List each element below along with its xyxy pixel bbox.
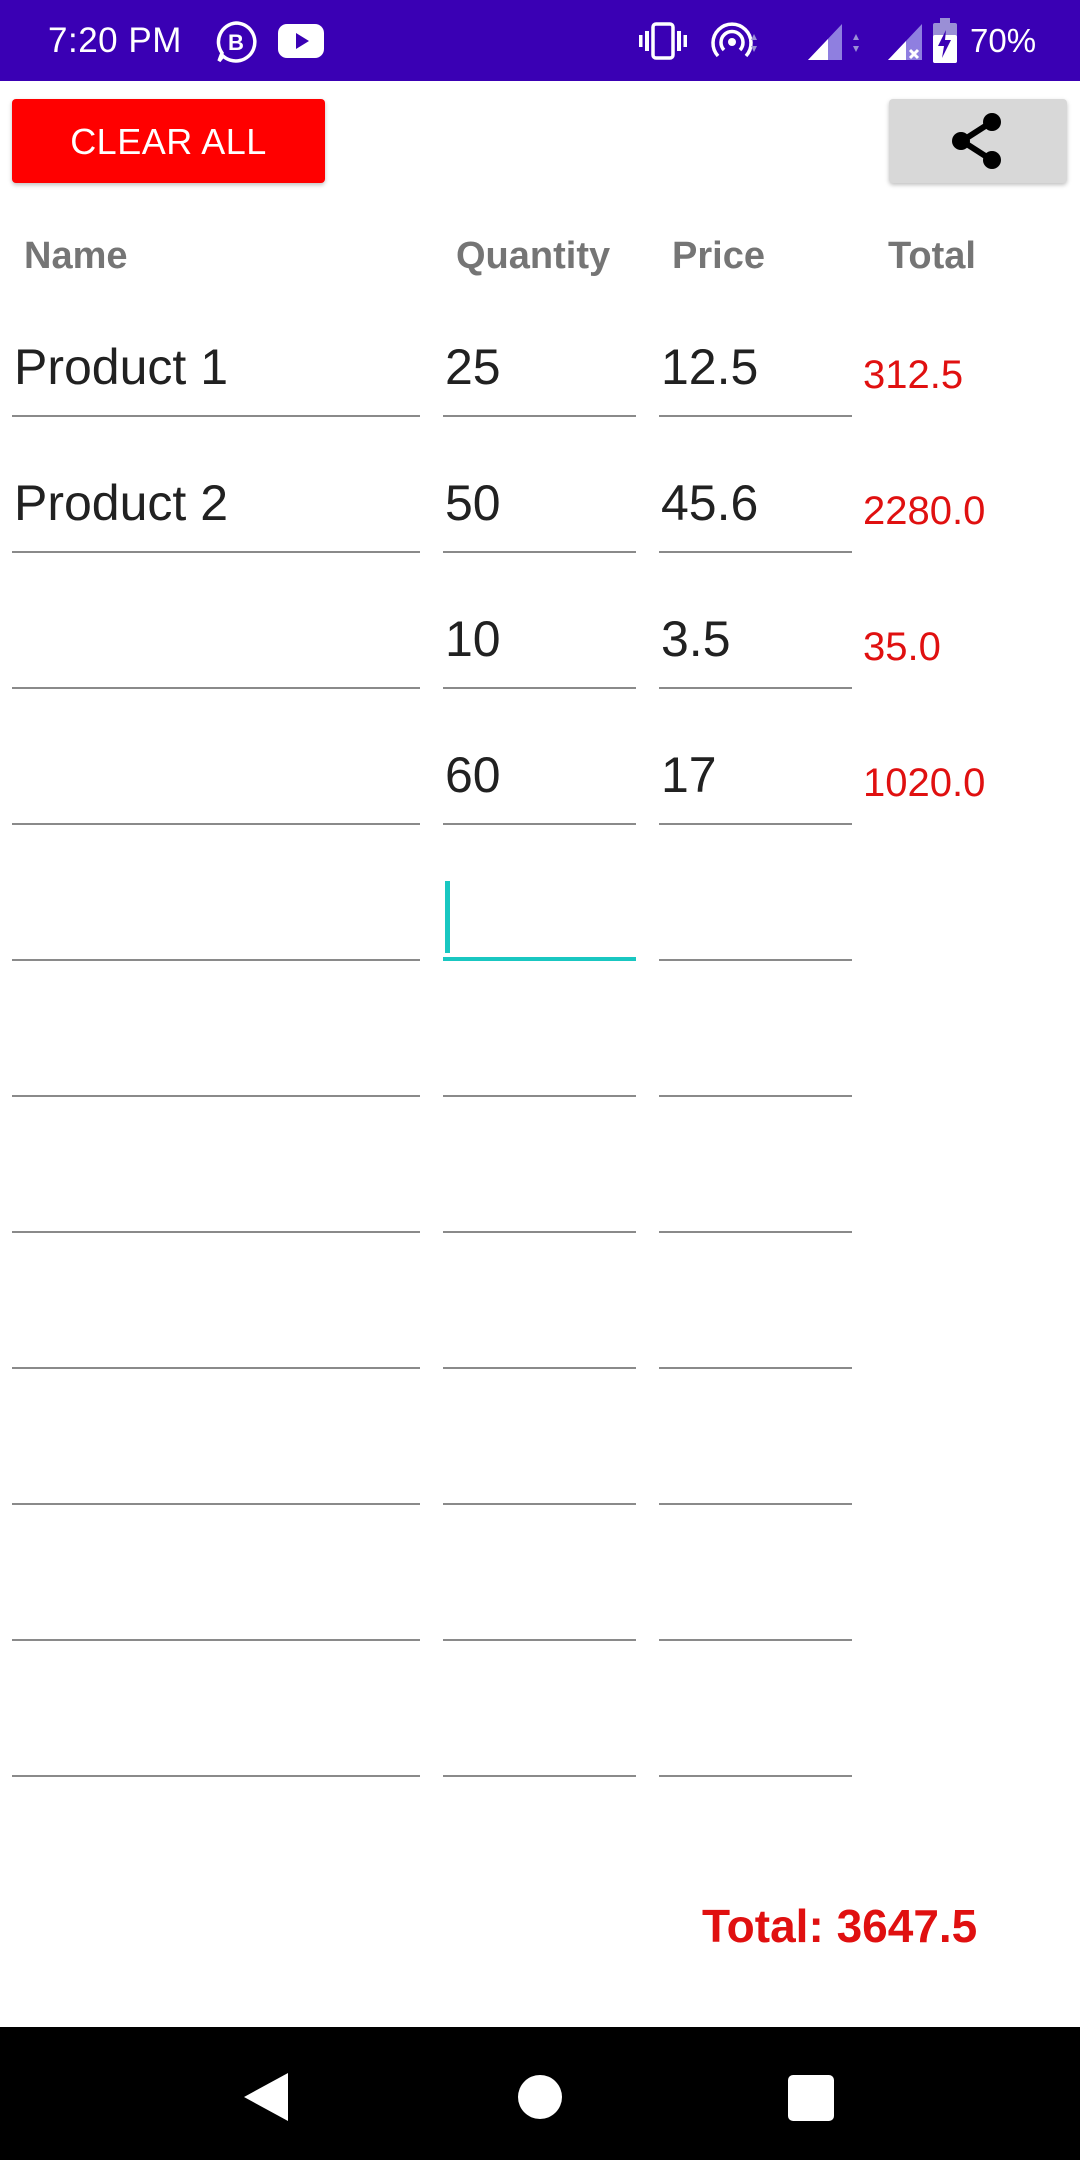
- svg-text:B: B: [228, 30, 244, 55]
- name-input[interactable]: [12, 997, 420, 1097]
- status-time: 7:20 PM: [48, 21, 182, 60]
- home-icon[interactable]: [500, 2057, 580, 2137]
- quantity-input[interactable]: 60: [443, 725, 636, 825]
- table-row: Product 2 50 45.6 2280.0: [0, 453, 1080, 589]
- name-input[interactable]: [12, 1269, 420, 1369]
- row-total: 312.5: [863, 353, 964, 397]
- navigation-bar: [0, 2027, 1080, 2160]
- battery-charging-icon: [933, 18, 957, 63]
- name-input[interactable]: [12, 861, 420, 961]
- header-price: Price: [672, 235, 765, 277]
- price-input[interactable]: [659, 1541, 852, 1641]
- table-row: 10 3.5 35.0: [0, 589, 1080, 725]
- back-icon[interactable]: [226, 2057, 306, 2137]
- quantity-input[interactable]: [443, 1541, 636, 1641]
- price-input[interactable]: 17: [659, 725, 852, 825]
- vibrate-icon: [639, 22, 687, 60]
- price-input[interactable]: [659, 1269, 852, 1369]
- price-input[interactable]: [659, 1405, 852, 1505]
- price-input[interactable]: [659, 997, 852, 1097]
- hotspot-icon: [711, 22, 757, 58]
- recents-icon[interactable]: [770, 2057, 850, 2137]
- price-input[interactable]: [659, 1133, 852, 1233]
- status-bar: 7:20 PM B 70%: [0, 0, 1080, 81]
- quantity-input[interactable]: [443, 1269, 636, 1369]
- price-input[interactable]: 12.5: [659, 317, 852, 417]
- header-quantity: Quantity: [456, 235, 611, 277]
- table-row: [0, 997, 1080, 1133]
- name-input[interactable]: [12, 589, 420, 689]
- quantity-input[interactable]: [443, 1677, 636, 1777]
- price-input[interactable]: [659, 1677, 852, 1777]
- name-input[interactable]: [12, 1133, 420, 1233]
- share-icon: [952, 113, 1001, 169]
- table-row: [0, 861, 1080, 997]
- name-input[interactable]: [12, 1541, 420, 1641]
- header-total: Total: [888, 235, 976, 277]
- price-input[interactable]: 45.6: [659, 453, 852, 553]
- table-row: Product 1 25 12.5 312.5: [0, 317, 1080, 453]
- name-input[interactable]: [12, 1405, 420, 1505]
- quantity-input[interactable]: 50: [443, 453, 636, 553]
- table-row: [0, 1541, 1080, 1677]
- table-row: [0, 1133, 1080, 1269]
- quantity-input[interactable]: [443, 997, 636, 1097]
- text-cursor: [445, 881, 450, 953]
- price-input[interactable]: 3.5: [659, 589, 852, 689]
- business-b-icon: B: [216, 21, 257, 63]
- youtube-icon: [278, 24, 324, 58]
- name-input[interactable]: [12, 725, 420, 825]
- signal-no-data-icon: [888, 24, 922, 60]
- row-total: 35.0: [863, 625, 941, 669]
- clear-all-button[interactable]: CLEAR ALL: [12, 99, 325, 183]
- name-input[interactable]: [12, 1677, 420, 1777]
- header-name: Name: [24, 235, 128, 277]
- share-button[interactable]: [889, 99, 1067, 183]
- table-row: [0, 1677, 1080, 1813]
- row-total: 2280.0: [863, 489, 986, 533]
- quantity-input[interactable]: 25: [443, 317, 636, 417]
- quantity-input-focused[interactable]: [443, 861, 636, 961]
- battery-percent: 70%: [970, 22, 1037, 59]
- table-row: [0, 1269, 1080, 1405]
- table-row: 60 17 1020.0: [0, 725, 1080, 861]
- grand-total: Total: 3647.5: [702, 1900, 978, 1952]
- price-input[interactable]: [659, 861, 852, 961]
- table-row: [0, 1405, 1080, 1541]
- row-total: 1020.0: [863, 761, 986, 805]
- quantity-input[interactable]: [443, 1133, 636, 1233]
- quantity-input[interactable]: [443, 1405, 636, 1505]
- name-input[interactable]: Product 2: [12, 453, 420, 553]
- quantity-input[interactable]: 10: [443, 589, 636, 689]
- name-input[interactable]: Product 1: [12, 317, 420, 417]
- signal-icon: [808, 24, 859, 60]
